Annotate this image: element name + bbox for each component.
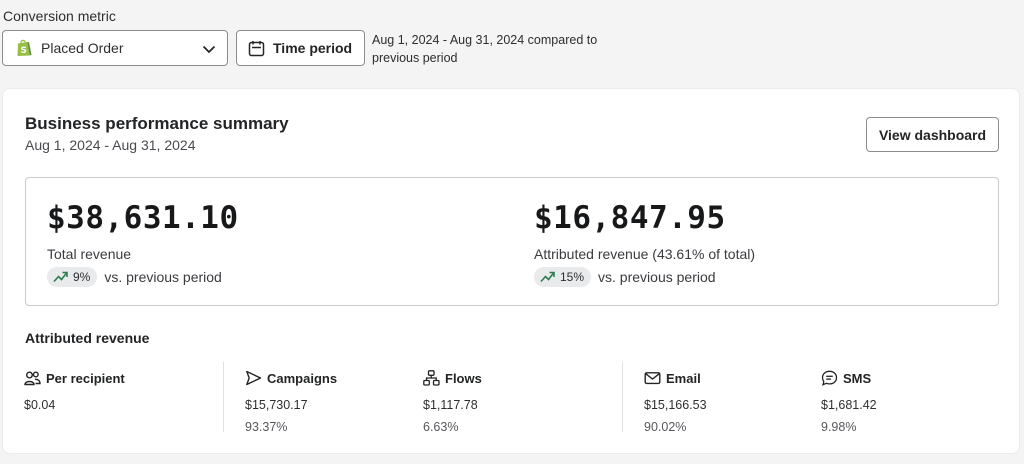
change-badge: 9%	[47, 267, 98, 287]
change-badge: 15%	[534, 267, 592, 287]
total-revenue-value: $38,631.10	[47, 200, 239, 236]
calendar-icon	[248, 40, 265, 56]
divider	[223, 362, 224, 432]
stat-value: $1,681.42	[821, 398, 877, 412]
stat-share: 90.02%	[644, 420, 687, 434]
people-icon	[24, 371, 41, 386]
card-title: Business performance summary	[25, 114, 289, 133]
comparison-text: vs. previous period	[598, 269, 716, 285]
attributed-revenue-label: Attributed revenue (43.61% of total)	[534, 246, 756, 262]
stat-label: Flows	[445, 370, 482, 386]
date-comparison-note: Aug 1, 2024 - Aug 31, 2024 compared to p…	[372, 33, 598, 65]
revenue-metrics: $38,631.10 Total revenue 9% vs. previous…	[25, 177, 999, 306]
stat-value: $0.04	[24, 398, 56, 412]
flow-icon	[423, 370, 440, 386]
conversion-metric-select[interactable]: S Placed Order	[2, 30, 228, 66]
attributed-revenue-value: $16,847.95	[534, 200, 726, 236]
change-value: 15%	[560, 270, 585, 284]
stat-share: 93.37%	[245, 420, 288, 434]
view-dashboard-button[interactable]: View dashboard	[866, 117, 999, 152]
time-period-label: Time period	[273, 40, 353, 56]
change-value: 9%	[73, 270, 91, 284]
stat-share: 9.98%	[821, 420, 857, 434]
stat-campaigns: Campaigns $15,730.17 93.37%	[245, 370, 338, 435]
selected-metric: Placed Order	[41, 40, 124, 56]
stat-label: SMS	[843, 370, 872, 386]
stat-sms: SMS $1,681.42 9.98%	[821, 370, 877, 435]
trend-up-icon	[53, 271, 68, 283]
attributed-revenue-change: 15% vs. previous period	[534, 267, 755, 287]
conversion-metric-label: Conversion metric	[3, 8, 116, 24]
stat-email: Email $15,166.53 90.02%	[644, 370, 707, 435]
card-date-range: Aug 1, 2024 - Aug 31, 2024	[25, 137, 196, 153]
comparison-text: vs. previous period	[104, 269, 222, 285]
stat-label: Email	[666, 370, 701, 386]
stat-label: Campaigns	[267, 370, 338, 386]
divider	[622, 362, 623, 432]
total-revenue-label: Total revenue	[47, 246, 132, 262]
stat-label: Per recipient	[46, 370, 125, 386]
stat-flows: Flows $1,117.78 6.63%	[423, 370, 482, 434]
stat-value: $15,730.17	[245, 398, 308, 412]
chat-icon	[821, 370, 838, 386]
mail-icon	[644, 372, 661, 385]
trend-up-icon	[540, 271, 555, 283]
svg-text:S: S	[21, 46, 27, 56]
time-period-button[interactable]: Time period	[236, 30, 365, 66]
attributed-revenue-title: Attributed revenue	[25, 330, 150, 346]
shopify-icon: S	[17, 39, 32, 56]
stat-per-recipient: Per recipient $0.04	[24, 370, 125, 413]
stat-value: $15,166.53	[644, 398, 707, 412]
total-revenue-metric: $38,631.10 Total revenue 9% vs. previous…	[47, 200, 239, 287]
stat-share: 6.63%	[423, 420, 459, 434]
business-performance-card: Business performance summary Aug 1, 2024…	[2, 88, 1020, 454]
send-icon	[246, 370, 262, 386]
chevron-down-icon	[202, 45, 216, 54]
stat-value: $1,117.78	[423, 398, 478, 412]
total-revenue-change: 9% vs. previous period	[47, 267, 239, 287]
attributed-revenue-metric: $16,847.95 Attributed revenue (43.61% of…	[534, 200, 755, 287]
